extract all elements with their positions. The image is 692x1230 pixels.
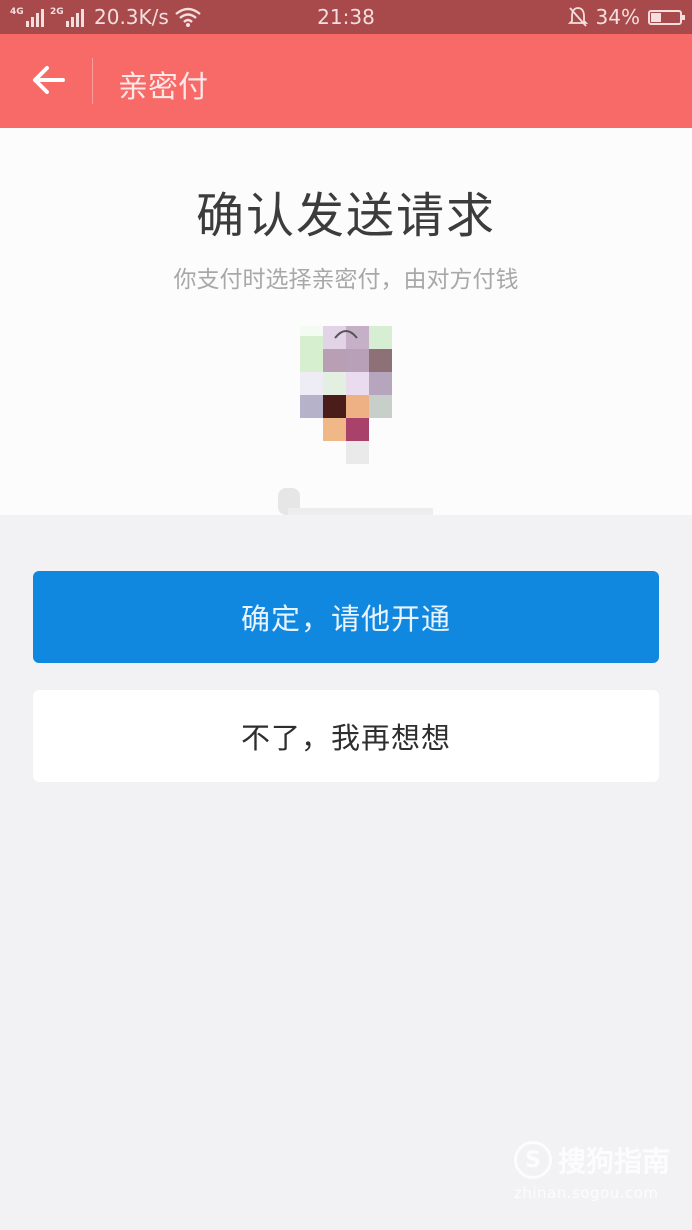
battery-icon: [648, 9, 685, 25]
sogou-logo-icon: S: [514, 1141, 552, 1179]
arrow-left-icon: [33, 66, 65, 94]
watermark-url: zhinan.sogou.com: [514, 1184, 659, 1202]
battery-percent: 34%: [595, 5, 640, 29]
nickname-placeholder: [278, 488, 433, 515]
confirm-button[interactable]: 确定，请他开通: [33, 571, 659, 663]
watermark: S 搜狗指南 zhinan.sogou.com: [514, 1140, 670, 1202]
status-bar: 4G 2G 20.3K/s 21:38 34%: [0, 0, 692, 34]
back-button[interactable]: [22, 54, 74, 106]
confirm-card: 确认发送请求 你支付时选择亲密付，由对方付钱: [0, 128, 692, 515]
app-bar-divider: [92, 58, 93, 104]
app-bar: 亲密付: [0, 34, 692, 128]
confirm-title: 确认发送请求: [195, 188, 496, 244]
confirm-subtitle: 你支付时选择亲密付，由对方付钱: [173, 267, 519, 293]
bell-mute-icon: [567, 7, 588, 27]
cancel-button[interactable]: 不了，我再想想: [33, 690, 659, 782]
avatar: [300, 326, 392, 464]
battery-fill: [651, 12, 661, 22]
status-right: 34%: [567, 5, 685, 29]
watermark-brand: 搜狗指南: [558, 1145, 671, 1178]
page-title: 亲密付: [118, 70, 208, 105]
